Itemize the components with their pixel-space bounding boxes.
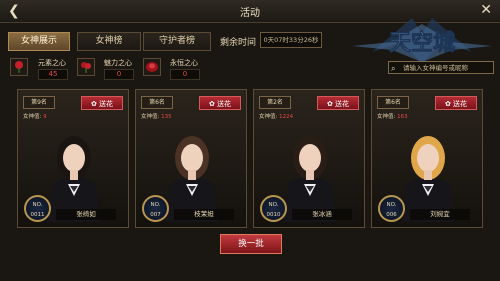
send-flower-label: 送花	[335, 100, 350, 108]
eternal-heart-icon	[143, 58, 161, 76]
flower-label-eternal: 永恒之心	[170, 59, 198, 67]
flower-label-charm: 魅力之心	[104, 59, 132, 67]
number-badge: NO. 006	[378, 195, 405, 222]
goddess-value: 女神值: 9	[23, 112, 47, 120]
tab-goddess-show[interactable]: 女神展示	[8, 32, 70, 51]
goddess-value-label: 女神值:	[141, 114, 160, 120]
flower-count-element: 45	[38, 69, 68, 80]
search-placeholder: 请输入女神编号或昵称	[403, 64, 468, 72]
goddess-value-number: 163	[397, 114, 408, 120]
goddess-value-label: 女神值:	[23, 114, 42, 120]
goddess-card: 第6名 女神值: 163 ✿ 送花 NO. 006 刘婉宜	[371, 89, 483, 228]
number-prefix: NO.	[150, 202, 161, 208]
charm-heart-icon	[77, 58, 95, 76]
goddess-value-number: 9	[43, 114, 47, 120]
goddess-card: 第2名 女神值: 1224 ✿ 送花 NO. 0010 张冰涵	[253, 89, 365, 228]
goddess-card: 第9名 女神值: 9 ✿ 送花 NO. 0011 张绮如	[17, 89, 129, 228]
flower-count-eternal: 0	[170, 69, 200, 80]
rank-badge: 第6名	[377, 96, 409, 109]
logo-text: 天空城	[389, 30, 455, 56]
goddess-name: 刘婉宜	[410, 209, 470, 220]
number-prefix: NO.	[268, 202, 279, 208]
goddess-value-number: 1224	[279, 114, 294, 120]
send-flower-label: 送花	[453, 100, 468, 108]
goddess-name: 张绮如	[56, 209, 116, 220]
send-flower-label: 送花	[99, 100, 114, 108]
number-value: 007	[150, 212, 161, 218]
number-badge: NO. 007	[142, 195, 169, 222]
number-badge: NO. 0010	[260, 195, 287, 222]
number-value: 006	[386, 212, 397, 218]
rank-badge: 第2名	[259, 96, 291, 109]
rank-badge: 第6名	[141, 96, 173, 109]
goddess-value: 女神值: 1224	[259, 112, 293, 120]
timer-value: 0天07时33分26秒	[260, 32, 322, 48]
send-flower-button[interactable]: ✿ 送花	[435, 96, 477, 110]
rank-badge: 第9名	[23, 96, 55, 109]
number-value: 0011	[30, 212, 45, 218]
goddess-value: 女神值: 163	[377, 112, 408, 120]
number-badge: NO. 0011	[24, 195, 51, 222]
goddess-value-number: 135	[161, 114, 172, 120]
search-icon: ⌕	[391, 64, 396, 73]
goddess-value-label: 女神值:	[259, 114, 278, 120]
send-flower-button[interactable]: ✿ 送花	[317, 96, 359, 110]
refresh-button[interactable]: 换一批	[220, 234, 282, 254]
number-prefix: NO.	[32, 202, 43, 208]
flower-label-element: 元素之心	[38, 59, 66, 67]
number-value: 0010	[266, 212, 281, 218]
goddess-value-label: 女神值:	[377, 114, 396, 120]
search-input[interactable]: ⌕ 请输入女神编号或昵称	[388, 61, 494, 74]
number-prefix: NO.	[386, 202, 397, 208]
tab-goddess-rank[interactable]: 女神榜	[77, 32, 141, 51]
goddess-card: 第6名 女神值: 135 ✿ 送花 NO. 007 枝茉妲	[135, 89, 247, 228]
goddess-value: 女神值: 135	[141, 112, 172, 120]
send-flower-label: 送花	[217, 100, 232, 108]
timer-label: 剩余时间	[220, 38, 257, 48]
element-heart-icon	[10, 58, 28, 76]
send-flower-button[interactable]: ✿ 送花	[199, 96, 241, 110]
goddess-name: 张冰涵	[292, 209, 352, 220]
send-flower-button[interactable]: ✿ 送花	[81, 96, 123, 110]
tab-guardian-rank[interactable]: 守护者榜	[143, 32, 211, 51]
goddess-name: 枝茉妲	[174, 209, 234, 220]
flower-count-charm: 0	[104, 69, 134, 80]
